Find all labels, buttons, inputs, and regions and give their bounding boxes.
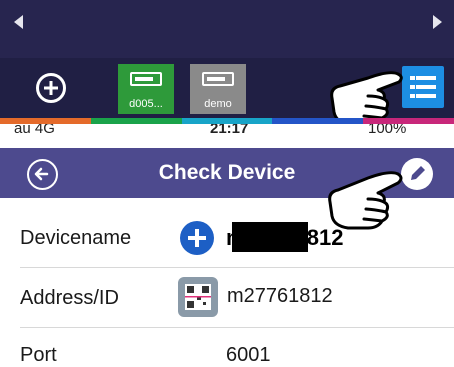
device-tile-label: demo (204, 98, 232, 110)
port-label: Port (20, 344, 57, 366)
clock-text: 21:17 (210, 124, 249, 137)
address-value[interactable]: m27761812 (227, 285, 333, 308)
device-tile-demo[interactable]: demo (190, 64, 246, 114)
camera-icon (202, 72, 234, 86)
list-menu-icon (410, 76, 415, 80)
row-divider (20, 267, 454, 268)
add-device-icon[interactable] (36, 73, 66, 103)
next-arrow-icon[interactable] (433, 15, 442, 29)
battery-text: 100% (368, 124, 407, 137)
port-value[interactable]: 6001 (226, 344, 271, 367)
prev-arrow-icon[interactable] (14, 15, 23, 29)
row-divider (20, 327, 454, 328)
status-bar: au 4G 21:17 100% (0, 124, 454, 148)
plus-circle-icon[interactable] (180, 221, 214, 255)
carrier-text: au 4G (14, 124, 55, 137)
camera-icon (130, 72, 162, 86)
redaction-bar (232, 222, 308, 252)
list-menu-button[interactable] (402, 66, 444, 108)
device-name-label: Devicename (20, 227, 132, 249)
device-tile-label: d005... (129, 98, 163, 110)
qr-code-icon[interactable] (178, 277, 218, 317)
device-tile-d005[interactable]: d005... (118, 64, 174, 114)
address-label: Address/ID (20, 287, 119, 309)
device-nav-bar (0, 0, 454, 58)
